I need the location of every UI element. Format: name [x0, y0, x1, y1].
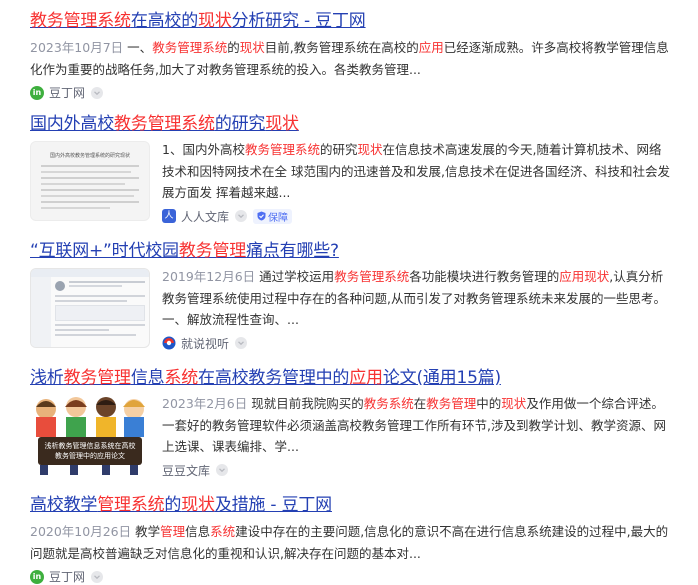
highlighted-keyword: 教务管理系统	[334, 269, 410, 284]
search-result-4: 浅析教务管理信息系统在高校教务管理中的应用论文(通用15篇) 浅析教务管理信息系…	[30, 367, 670, 479]
result-source[interactable]: 就说视听	[162, 335, 670, 352]
highlighted-keyword: 现状	[198, 11, 232, 31]
highlighted-keyword: 现状	[357, 142, 383, 157]
source-name: 就说视听	[181, 336, 230, 351]
result-snippet: 2020年10月26日 教学管理信息系统建设中存在的主要问题,信息化的意识不高在进…	[30, 521, 670, 564]
result-title-link[interactable]: 国内外高校教务管理系统的研究现状	[30, 113, 670, 135]
text-segment: 在高校的	[130, 11, 199, 31]
text-segment: 在	[413, 396, 427, 411]
shield-check-icon	[257, 211, 266, 221]
highlighted-keyword: 教务管理系统	[152, 40, 228, 55]
text-segment: 教学	[135, 524, 161, 539]
result-title-link[interactable]: “互联网+”时代校园教务管理痛点有哪些?	[30, 240, 670, 262]
highlighted-keyword: 教务管理系统	[30, 11, 131, 31]
highlighted-keyword: 教务管理	[63, 368, 131, 388]
more-options-icon[interactable]	[235, 337, 248, 349]
result-snippet: 1、国内外高校教务管理系统的研究现状在信息技术高速发展的今天,随着计算机技术、网…	[162, 139, 670, 204]
highlighted-keyword: 现状	[501, 396, 527, 411]
more-options-icon[interactable]	[91, 86, 104, 99]
highlighted-keyword: 教务系统	[363, 396, 414, 411]
text-segment: 浅析	[30, 368, 64, 388]
text-segment: 分析研究 - 豆丁网	[231, 11, 366, 31]
result-snippet: 2023年10月7日 一、教务管理系统的现状目前,教务管理系统在高校的应用已经逐渐…	[30, 37, 670, 80]
thumbnail-ui-mock	[31, 269, 149, 347]
text-segment: 目前,教务管理系统在高校的	[264, 40, 419, 55]
text-segment: 的	[164, 495, 182, 515]
thumbnail-doc-title: 国内外高校教务管理系统的研究现状	[49, 153, 130, 159]
result-snippet: 2019年12月6日 通过学校运用教务管理系统各功能模块进行教务管理的应用现状,认…	[162, 266, 670, 331]
source-name: 豆豆文库	[162, 463, 211, 478]
text-segment: 现就目前我院购买的	[251, 396, 364, 411]
highlighted-keyword: 教务管理	[426, 396, 477, 411]
search-result-3: “互联网+”时代校园教务管理痛点有哪些? 2019年12月6日 通过学校运用教务…	[30, 240, 670, 352]
text-segment: 中的	[476, 396, 502, 411]
result-date: 2023年2月6日	[162, 396, 248, 411]
highlighted-keyword: 现状	[265, 114, 299, 134]
text-segment: 的研究	[214, 114, 266, 134]
highlighted-keyword: 应用现状	[559, 269, 610, 284]
search-result-1: 教务管理系统在高校的现状分析研究 - 豆丁网 2023年10月7日 一、教务管理系…	[30, 10, 670, 101]
more-options-icon[interactable]	[91, 570, 104, 583]
children-illustration	[30, 395, 150, 475]
highlighted-keyword: 应用	[349, 368, 383, 388]
result-source[interactable]: 豆豆文库	[162, 462, 670, 479]
text-segment: 痛点有哪些?	[246, 241, 339, 261]
text-segment: 高校教学	[30, 495, 98, 515]
highlighted-keyword: 教务管理系统	[244, 142, 320, 157]
jiushuo-logo-icon	[162, 336, 176, 350]
highlighted-keyword: 教务管理系统	[114, 114, 215, 134]
text-segment: 在高校教务管理中的	[198, 368, 350, 388]
text-segment: 论文(通用15篇)	[382, 368, 501, 388]
result-snippet: 2023年2月6日 现就目前我院购买的教务系统在教务管理中的现状及作用做一个综合评…	[162, 393, 670, 458]
result-title-link[interactable]: 浅析教务管理信息系统在高校教务管理中的应用论文(通用15篇)	[30, 367, 670, 389]
text-segment: 1、国内外高校	[162, 142, 245, 157]
highlighted-keyword: 管理系统	[97, 495, 165, 515]
result-title-link[interactable]: 高校教学管理系统的现状及措施 - 豆丁网	[30, 494, 670, 516]
result-date: 2019年12月6日	[162, 269, 256, 284]
highlighted-keyword: 教务管理	[178, 241, 247, 261]
thumbnail-caption: 浅析教务管理信息系统在高校教务管理中的应用论文	[44, 442, 136, 460]
highlighted-keyword: 管理	[160, 524, 186, 539]
more-options-icon[interactable]	[216, 464, 229, 476]
highlighted-keyword: 现状	[239, 40, 265, 55]
result-source[interactable]: 人 人人文库 保障	[162, 208, 670, 225]
highlighted-keyword: 系统	[164, 368, 199, 388]
highlighted-keyword: 应用	[418, 40, 444, 55]
text-segment: 信息	[185, 524, 211, 539]
result-date: 2023年10月7日	[30, 40, 124, 55]
source-name: 人人文库	[181, 209, 230, 224]
douding-logo-icon: in	[30, 85, 44, 100]
highlighted-keyword: 现状	[181, 495, 215, 515]
kids-illustration-thumbnail[interactable]: 浅析教务管理信息系统在高校教务管理中的应用论文	[30, 395, 150, 475]
screenshot-thumbnail[interactable]	[30, 268, 150, 348]
result-date: 2020年10月26日	[30, 524, 132, 539]
thumbnail-text-lines	[41, 165, 139, 209]
highlighted-keyword: 系统	[210, 524, 236, 539]
text-segment: 各功能模块进行教务管理的	[409, 269, 560, 284]
result-source[interactable]: in 豆丁网	[30, 84, 670, 101]
more-options-icon[interactable]	[235, 210, 248, 222]
douding-logo-icon: in	[30, 569, 44, 584]
text-segment: 的	[227, 40, 240, 55]
text-segment: 及措施 - 豆丁网	[214, 495, 332, 515]
text-segment: 通过学校运用	[259, 269, 335, 284]
text-segment: “互联网+”时代校园	[30, 241, 179, 261]
search-result-5: 高校教学管理系统的现状及措施 - 豆丁网 2020年10月26日 教学管理信息系统…	[30, 494, 670, 585]
text-segment: 国内外高校	[30, 114, 114, 134]
source-name: 豆丁网	[49, 570, 86, 584]
document-thumbnail[interactable]: 国内外高校教务管理系统的研究现状	[30, 141, 150, 221]
source-name: 豆丁网	[49, 86, 86, 100]
text-segment: 的研究	[319, 142, 358, 157]
text-segment: 一、	[127, 40, 153, 55]
renren-logo-icon: 人	[162, 209, 176, 223]
search-result-2: 国内外高校教务管理系统的研究现状 国内外高校教务管理系统的研究现状 1、国内外高…	[30, 113, 670, 225]
text-segment: 信息	[130, 368, 165, 388]
result-source[interactable]: in 豆丁网	[30, 568, 670, 585]
guarantee-badge[interactable]: 保障	[253, 208, 293, 224]
result-title-link[interactable]: 教务管理系统在高校的现状分析研究 - 豆丁网	[30, 10, 670, 32]
